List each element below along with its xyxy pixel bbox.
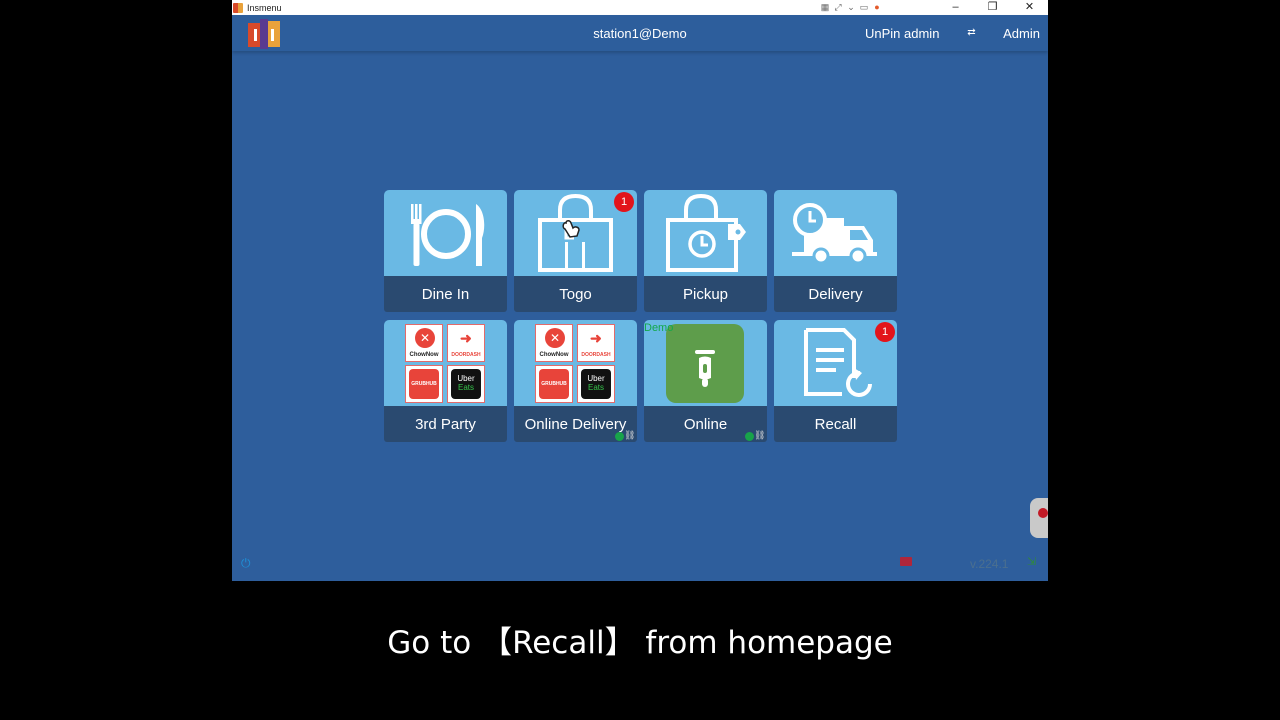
tile-recall[interactable]: 1 Recall bbox=[774, 320, 897, 442]
doordash-logo: ➜ DOORDASH bbox=[447, 324, 485, 362]
titlebar-tools: ▦ ⤢ ⌄ ▭ ● bbox=[820, 0, 882, 15]
record-indicator-icon bbox=[1038, 508, 1048, 518]
tile-togo-label-bar: Togo bbox=[514, 276, 637, 312]
grubhub-logo: GRUBHUB bbox=[405, 365, 443, 403]
tile-dine-in-image bbox=[384, 190, 507, 276]
battery-icon bbox=[900, 557, 912, 566]
online-status-dot bbox=[745, 432, 754, 441]
ubereats-logo: Uber Eats bbox=[577, 365, 615, 403]
minimize-icon[interactable]: – bbox=[937, 0, 974, 15]
app-small-logo-icon bbox=[233, 2, 243, 13]
tile-3rd-party-image: ✕ ChowNow ➜ DOORDASH GRUBHUB Uber Eats bbox=[384, 320, 507, 406]
power-icon[interactable]: ⏻ bbox=[241, 556, 251, 571]
screen-icon[interactable]: ▭ bbox=[859, 3, 869, 12]
tile-delivery-image bbox=[774, 190, 897, 276]
chownow-logo: ✕ ChowNow bbox=[405, 324, 443, 362]
tile-online[interactable]: Demo Online ⛓ bbox=[644, 320, 767, 442]
expand-icon[interactable]: ⤢ bbox=[833, 3, 843, 12]
language-icon[interactable]: ⇄ bbox=[965, 26, 978, 39]
link-icon: ⛓ bbox=[624, 430, 636, 440]
tile-3rd-party[interactable]: ✕ ChowNow ➜ DOORDASH GRUBHUB Uber Eats 3… bbox=[384, 320, 507, 442]
window-controls: – ❐ ✕ bbox=[937, 0, 1048, 15]
unpin-admin-button[interactable]: UnPin admin bbox=[865, 26, 939, 41]
tile-togo-label: Togo bbox=[559, 286, 592, 303]
app-header: station1@Demo UnPin admin ⇄ Admin bbox=[232, 15, 1048, 51]
tile-recall-label: Recall bbox=[814, 416, 857, 433]
ubereats-logo: Uber Eats bbox=[447, 365, 485, 403]
tile-pickup-label-bar: Pickup bbox=[644, 276, 767, 312]
tile-delivery-label-bar: Delivery bbox=[774, 276, 897, 312]
tile-3rd-party-label-bar: 3rd Party bbox=[384, 406, 507, 442]
tile-delivery[interactable]: Delivery bbox=[774, 190, 897, 312]
window-title: Insmenu bbox=[247, 2, 282, 13]
version-label: v.224.1 bbox=[970, 557, 1009, 571]
tile-online-delivery-image: ✕ ChowNow ➜ DOORDASH GRUBHUB Uber Eats bbox=[514, 320, 637, 406]
tile-delivery-label: Delivery bbox=[808, 286, 863, 303]
partners-icon: ✕ ChowNow ➜ DOORDASH GRUBHUB Uber Eats bbox=[535, 324, 616, 403]
tile-dine-in[interactable]: Dine In bbox=[384, 190, 507, 312]
tile-dine-in-label: Dine In bbox=[421, 286, 470, 303]
online-demo-tag: Demo bbox=[644, 322, 674, 334]
grid-icon[interactable]: ▦ bbox=[820, 3, 830, 12]
partners-icon: ✕ ChowNow ➜ DOORDASH GRUBHUB Uber Eats bbox=[405, 324, 486, 403]
link-icon: ⛓ bbox=[754, 430, 766, 440]
tile-pickup-image bbox=[644, 190, 767, 276]
close-icon[interactable]: ✕ bbox=[1011, 0, 1048, 15]
tile-online-label: Online bbox=[683, 416, 728, 433]
tile-pickup[interactable]: Pickup bbox=[644, 190, 767, 312]
tile-recall-image: 1 bbox=[774, 320, 897, 406]
plate-icon bbox=[411, 204, 485, 266]
tile-dine-in-label-bar: Dine In bbox=[384, 276, 507, 312]
tile-togo[interactable]: 1 Togo bbox=[514, 190, 637, 312]
admin-user-button[interactable]: Admin bbox=[1003, 26, 1040, 41]
doordash-logo: ➜ DOORDASH bbox=[577, 324, 615, 362]
tile-pickup-label: Pickup bbox=[682, 286, 729, 303]
side-handle[interactable] bbox=[1030, 498, 1048, 538]
truck-icon bbox=[792, 203, 877, 265]
wifi-icon: ⇲ bbox=[1027, 556, 1037, 568]
record-icon[interactable]: ● bbox=[872, 3, 882, 12]
video-caption: Go to 【Recall】 from homepage bbox=[387, 625, 893, 661]
togo-badge: 1 bbox=[614, 192, 634, 212]
tile-online-delivery[interactable]: ✕ ChowNow ➜ DOORDASH GRUBHUB Uber Eats O… bbox=[514, 320, 637, 442]
window-titlebar: Insmenu ▦ ⤢ ⌄ ▭ ● – ❐ ✕ bbox=[232, 0, 1048, 15]
tile-recall-label-bar: Recall bbox=[774, 406, 897, 442]
chevron-down-icon[interactable]: ⌄ bbox=[846, 3, 856, 12]
chownow-logo: ✕ ChowNow bbox=[535, 324, 573, 362]
tile-online-delivery-label: Online Delivery bbox=[524, 416, 627, 433]
recall-badge: 1 bbox=[875, 322, 895, 342]
app-window: Insmenu ▦ ⤢ ⌄ ▭ ● – ❐ ✕ station1@Demo Un… bbox=[232, 0, 1048, 581]
tile-togo-image: 1 bbox=[514, 190, 637, 276]
restore-icon[interactable]: ❐ bbox=[974, 0, 1011, 15]
tile-3rd-party-label: 3rd Party bbox=[415, 416, 476, 433]
online-delivery-status-dot bbox=[615, 432, 624, 441]
pickup-bag-icon bbox=[666, 193, 746, 272]
grubhub-logo: GRUBHUB bbox=[535, 365, 573, 403]
